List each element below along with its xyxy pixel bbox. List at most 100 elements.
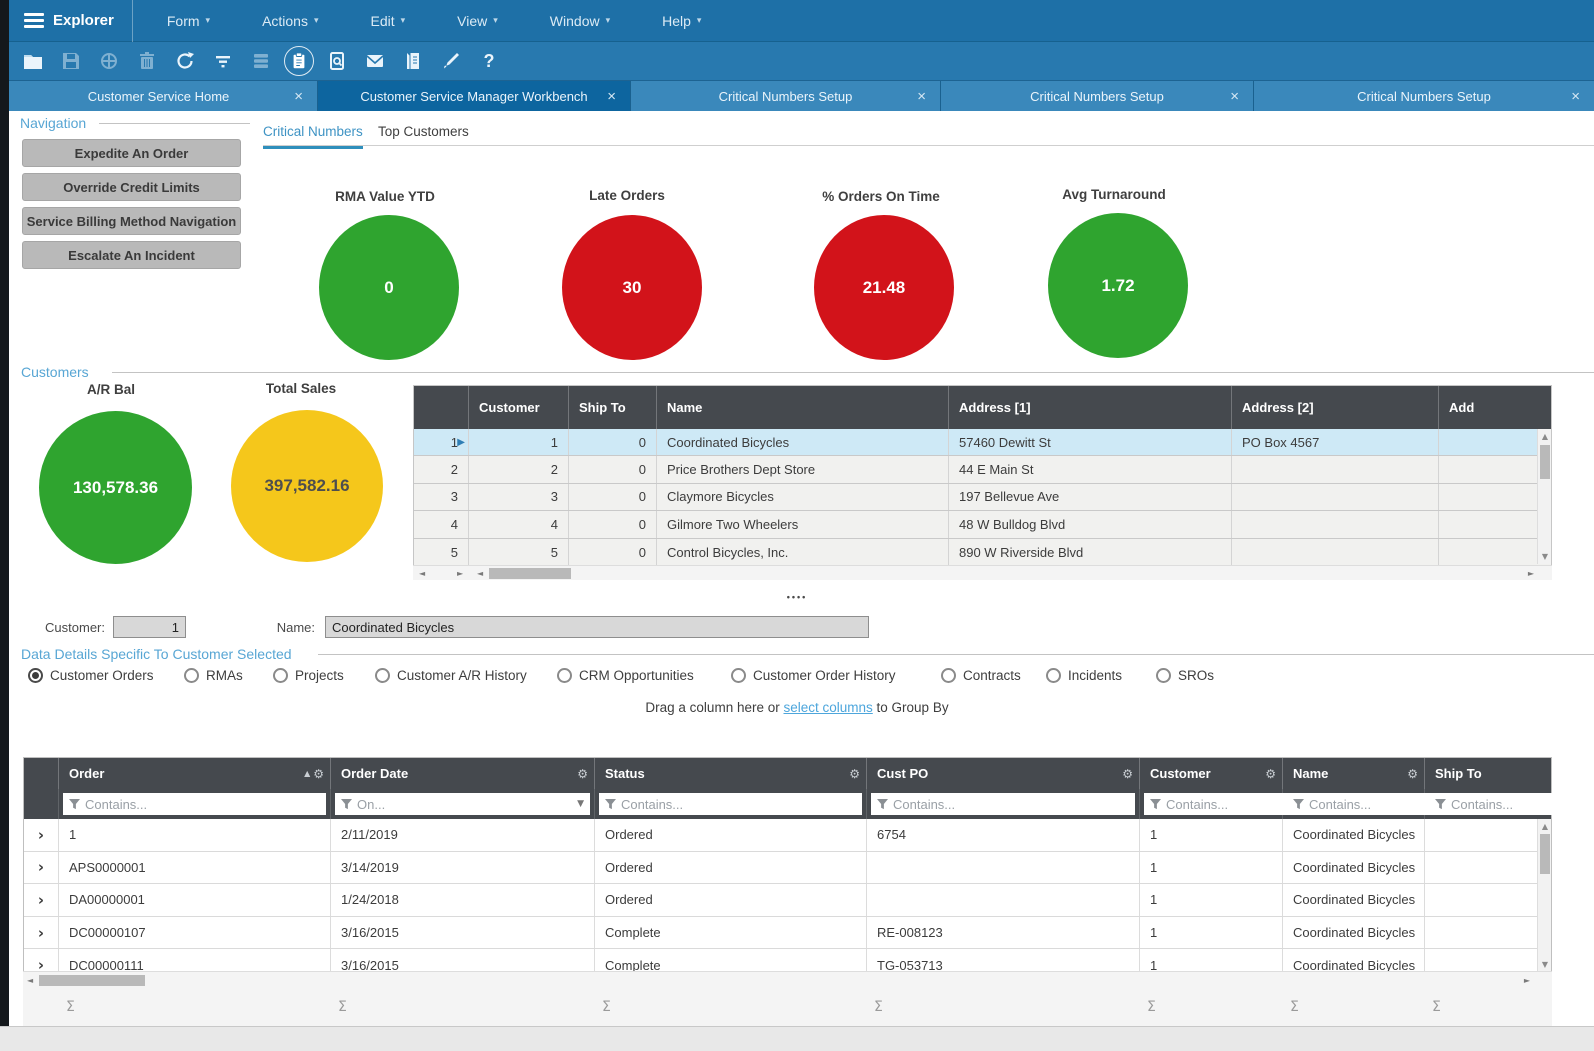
- scrollbar-thumb[interactable]: [1540, 445, 1550, 479]
- close-icon[interactable]: ×: [1571, 89, 1580, 104]
- column-header-ship-to[interactable]: Ship To: [1425, 758, 1539, 789]
- column-header-address1[interactable]: Address [1]: [949, 386, 1232, 429]
- tab-critical-numbers-setup-1[interactable]: Critical Numbers Setup ×: [631, 81, 941, 111]
- column-header-cust-po[interactable]: Cust PO⚙: [867, 758, 1140, 789]
- radio-projects[interactable]: Projects: [273, 668, 344, 683]
- order-date-filter[interactable]: ▼: [335, 793, 590, 815]
- column-header-customer[interactable]: Customer: [469, 386, 569, 429]
- order-row-2[interactable]: › APS0000001 3/14/2019 Ordered 1 Coordin…: [24, 852, 1539, 885]
- scroll-up-icon[interactable]: ▲: [1538, 822, 1552, 831]
- gear-icon[interactable]: ⚙: [313, 767, 324, 781]
- escalate-an-incident-button[interactable]: Escalate An Incident: [22, 241, 241, 269]
- orders-vertical-scrollbar[interactable]: ▲ ▼: [1537, 819, 1551, 972]
- customers-horizontal-scrollbar[interactable]: ◄ ► ◄ ►: [413, 565, 1552, 580]
- column-header-status[interactable]: Status⚙: [595, 758, 867, 789]
- radio-rmas[interactable]: RMAs: [184, 668, 243, 683]
- order-row-5[interactable]: › DC00000111 3/16/2015 Complete TG-05371…: [24, 949, 1539, 972]
- document-search-icon[interactable]: [318, 45, 356, 77]
- menu-form[interactable]: Form▾: [153, 0, 224, 41]
- brush-icon[interactable]: [432, 45, 470, 77]
- target-icon[interactable]: [90, 45, 128, 77]
- service-billing-method-navigation-button[interactable]: Service Billing Method Navigation: [22, 207, 241, 235]
- scroll-down-icon[interactable]: ▼: [1538, 552, 1552, 561]
- list-view-icon[interactable]: [242, 45, 280, 77]
- scroll-left-icon[interactable]: ◄: [419, 569, 425, 578]
- radio-contracts[interactable]: Contracts: [941, 668, 1021, 683]
- column-header-order[interactable]: Order▲⚙: [59, 758, 331, 789]
- gear-icon[interactable]: ⚙: [577, 767, 588, 781]
- scroll-left-icon[interactable]: ◄: [27, 976, 33, 985]
- order-row-1[interactable]: › 1 2/11/2019 Ordered 6754 1 Coordinated…: [24, 819, 1539, 852]
- scroll-right-icon[interactable]: ►: [457, 569, 463, 578]
- scroll-down-icon[interactable]: ▼: [1538, 960, 1552, 969]
- gear-icon[interactable]: ⚙: [1407, 767, 1418, 781]
- splitter-handle[interactable]: ••••: [0, 592, 1594, 602]
- dropdown-caret-icon[interactable]: ▼: [577, 799, 584, 809]
- column-header-customer[interactable]: Customer⚙: [1140, 758, 1283, 789]
- tab-critical-numbers-setup-3[interactable]: Critical Numbers Setup ×: [1254, 81, 1594, 111]
- expand-row-icon[interactable]: ›: [24, 884, 59, 916]
- menu-window[interactable]: Window▾: [536, 0, 624, 41]
- clipboard-icon[interactable]: [280, 45, 318, 77]
- scroll-right-icon[interactable]: ►: [1528, 569, 1534, 578]
- column-header-order-date[interactable]: Order Date⚙: [331, 758, 595, 789]
- menu-help[interactable]: Help▾: [648, 0, 715, 41]
- customer-row-3[interactable]: 3 3 0 Claymore Bicycles 197 Bellevue Ave: [414, 484, 1551, 511]
- radio-sros[interactable]: SROs: [1156, 668, 1214, 683]
- refresh-icon[interactable]: [166, 45, 204, 77]
- close-icon[interactable]: ×: [917, 89, 926, 104]
- expedite-an-order-button[interactable]: Expedite An Order: [22, 139, 241, 167]
- radio-customer-orders[interactable]: Customer Orders: [28, 668, 154, 683]
- expand-row-icon[interactable]: ›: [24, 917, 59, 949]
- override-credit-limits-button[interactable]: Override Credit Limits: [22, 173, 241, 201]
- scrollbar-thumb[interactable]: [1540, 834, 1550, 874]
- order-filter[interactable]: [63, 793, 326, 815]
- radio-incidents[interactable]: Incidents: [1046, 668, 1122, 683]
- close-icon[interactable]: ×: [1230, 89, 1239, 104]
- tab-customer-service-home[interactable]: Customer Service Home ×: [0, 81, 318, 111]
- gear-icon[interactable]: ⚙: [1122, 767, 1133, 781]
- customer-row-4[interactable]: 4 4 0 Gilmore Two Wheelers 48 W Bulldog …: [414, 511, 1551, 538]
- column-header-address3[interactable]: Add: [1439, 386, 1539, 429]
- customer-row-2[interactable]: 2 2 0 Price Brothers Dept Store 44 E Mai…: [414, 456, 1551, 483]
- order-row-4[interactable]: › DC00000107 3/16/2015 Complete RE-00812…: [24, 917, 1539, 950]
- close-icon[interactable]: ×: [294, 89, 303, 104]
- expand-row-icon[interactable]: ›: [24, 819, 59, 851]
- menu-actions[interactable]: Actions▾: [248, 0, 332, 41]
- customer-row-5[interactable]: 5 5 0 Control Bicycles, Inc. 890 W River…: [414, 539, 1551, 566]
- expand-row-icon[interactable]: ›: [24, 852, 59, 884]
- filter-icon[interactable]: [204, 45, 242, 77]
- scroll-up-icon[interactable]: ▲: [1538, 432, 1552, 441]
- tab-customer-service-manager-workbench[interactable]: Customer Service Manager Workbench ×: [318, 81, 631, 111]
- scroll-right-icon[interactable]: ►: [1524, 976, 1530, 985]
- status-filter[interactable]: [599, 793, 862, 815]
- envelope-icon[interactable]: [356, 45, 394, 77]
- menu-edit[interactable]: Edit▾: [357, 0, 420, 41]
- column-header-address2[interactable]: Address [2]: [1232, 386, 1439, 429]
- help-icon[interactable]: ?: [470, 45, 508, 77]
- open-folder-icon[interactable]: [14, 45, 52, 77]
- customer-row-1[interactable]: 1▶ 1 0 Coordinated Bicycles 57460 Dewitt…: [414, 429, 1551, 456]
- expand-row-icon[interactable]: ›: [24, 949, 59, 972]
- column-header-name[interactable]: Name⚙: [1283, 758, 1425, 789]
- orders-horizontal-scrollbar[interactable]: ◄ ►: [23, 971, 1552, 988]
- ship-to-filter[interactable]: [1429, 793, 1594, 815]
- gear-icon[interactable]: ⚙: [849, 767, 860, 781]
- scrollbar-thumb[interactable]: [489, 568, 571, 579]
- customer-field[interactable]: [113, 616, 186, 638]
- save-icon[interactable]: [52, 45, 90, 77]
- ledger-icon[interactable]: [394, 45, 432, 77]
- customers-vertical-scrollbar[interactable]: ▲ ▼: [1537, 429, 1551, 564]
- radio-customer-ar-history[interactable]: Customer A/R History: [375, 668, 527, 683]
- explorer-menu-button[interactable]: Explorer: [0, 0, 132, 41]
- radio-customer-order-history[interactable]: Customer Order History: [731, 668, 896, 683]
- menu-view[interactable]: View▾: [443, 0, 512, 41]
- trash-icon[interactable]: [128, 45, 166, 77]
- scroll-left-icon[interactable]: ◄: [477, 569, 483, 578]
- order-row-3[interactable]: › DA00000001 1/24/2018 Ordered 1 Coordin…: [24, 884, 1539, 917]
- column-header-ship-to[interactable]: Ship To: [569, 386, 657, 429]
- gear-icon[interactable]: ⚙: [1265, 767, 1276, 781]
- tab-critical-numbers-setup-2[interactable]: Critical Numbers Setup ×: [941, 81, 1254, 111]
- select-columns-link[interactable]: select columns: [783, 700, 872, 715]
- name-field[interactable]: [325, 616, 869, 638]
